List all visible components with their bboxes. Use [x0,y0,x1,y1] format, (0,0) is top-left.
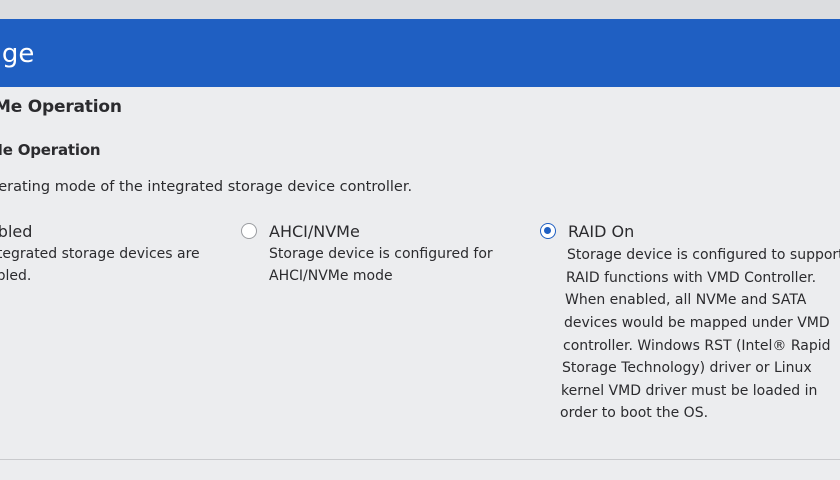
option-ahci-nvme-label[interactable]: AHCI/NVMe [269,222,360,241]
option-disabled-label[interactable]: abled [0,222,32,241]
setting-title: Me Operation [0,141,101,159]
page-title: age [0,39,35,69]
section-title: /Me Operation [0,97,122,117]
setting-description: perating mode of the integrated storage … [0,179,413,195]
option-ahci-nvme-description-line-2: AHCI/NVMe mode [269,268,393,284]
option-raid-on-description-line-2: RAID functions with VMD Controller. [566,270,817,286]
option-raid-on-label[interactable]: RAID On [568,222,634,241]
option-raid-on-description-line-8: order to boot the OS. [560,405,709,421]
option-ahci-nvme-description-line-1: Storage device is configured for [269,246,493,262]
option-disabled-description-line-1: ntegrated storage devices are [0,246,200,262]
option-raid-on-description-line-6: Storage Technology) driver or Linux [562,360,812,376]
top-strip [0,0,840,19]
option-raid-on-description-line-1: Storage device is configured to support [567,247,840,263]
option-raid-on-description-line-4: devices would be mapped under VMD [564,315,830,331]
option-disabled-description-line-2: abled. [0,268,32,284]
bottom-divider [0,459,840,460]
option-raid-on-description-line-5: controller. Windows RST (Intel® Rapid [563,338,831,354]
option-raid-on-description-line-7: kernel VMD driver must be loaded in [561,383,818,399]
radio-raid-on[interactable] [540,223,556,239]
option-raid-on-description-line-3: When enabled, all NVMe and SATA [565,292,807,308]
radio-ahci-nvme[interactable] [241,223,257,239]
header-bar [0,19,840,87]
